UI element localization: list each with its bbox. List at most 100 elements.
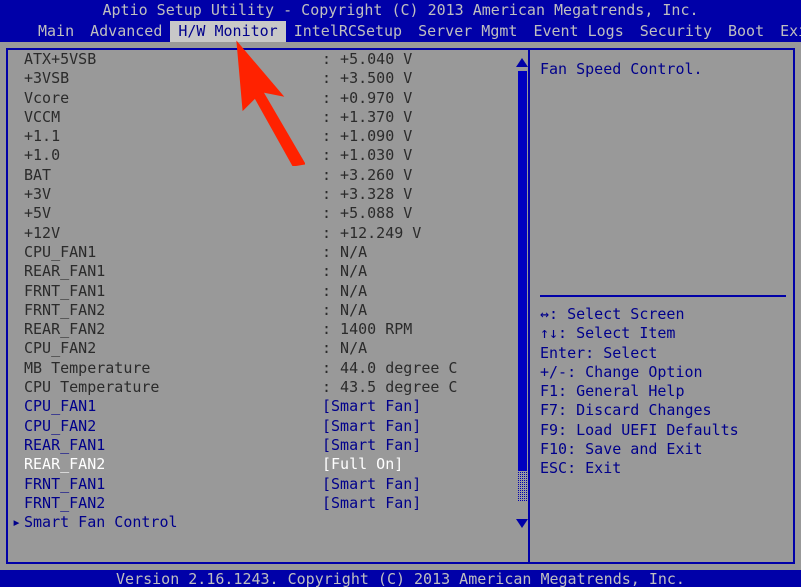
row-value: : +3.500 V (322, 69, 413, 88)
row-value: : +1.370 V (322, 107, 413, 126)
monitor-row: +12V : +12.249 V (10, 224, 510, 243)
scroll-down-arrow-icon[interactable] (516, 519, 528, 528)
submenu-row[interactable]: ▸ Smart Fan Control (10, 513, 510, 532)
monitor-row: REAR_FAN1 : N/A (10, 262, 510, 281)
row-label: FRNT_FAN2 (24, 493, 106, 512)
row-value: : N/A (322, 281, 368, 300)
row-value: : 44.0 degree C (322, 358, 458, 377)
help-key-row: F10: Save and Exit (540, 440, 703, 459)
help-divider (540, 295, 786, 297)
monitor-row: CPU_FAN2 : N/A (10, 339, 510, 358)
row-value: : N/A (322, 339, 368, 358)
page-title: Aptio Setup Utility - Copyright (C) 2013… (102, 1, 699, 19)
row-value[interactable]: [Smart Fan] (322, 397, 421, 416)
menu-tab-boot[interactable]: Boot (720, 21, 772, 42)
monitor-row: REAR_FAN2 : 1400 RPM (10, 320, 510, 339)
monitor-row: +5V: +5.088 V (10, 204, 510, 223)
help-key-row: +/-: Change Option (540, 362, 703, 381)
help-key-row: F9: Load UEFI Defaults (540, 420, 739, 439)
row-value: : N/A (322, 300, 368, 319)
row-label: +3V (24, 185, 52, 204)
row-value: : +3.260 V (322, 165, 413, 184)
row-label: CPU_FAN2 (24, 339, 97, 358)
row-value[interactable]: [Full On] (322, 455, 403, 474)
hw-monitor-list: ATX+5VSB : +5.040 V +3VSB : +3.500 V Vcore : … (10, 50, 510, 550)
monitor-row[interactable]: FRNT_FAN1 [Smart Fan] (10, 475, 510, 494)
row-label: REAR_FAN2 (24, 455, 106, 474)
monitor-row: CPU Temperature: 43.5 degree C (10, 378, 510, 397)
row-label: REAR_FAN1 (24, 435, 106, 454)
row-value: : 1400 RPM (322, 320, 413, 339)
monitor-row: FRNT_FAN2 : N/A (10, 301, 510, 320)
row-label: +5V (24, 204, 52, 223)
menu-tab-intelrcsetup[interactable]: IntelRCSetup (286, 21, 410, 42)
menu-tab-bar: Main Advanced H/W Monitor IntelRCSetup Serve… (0, 21, 801, 42)
scrollbar-texture (518, 471, 527, 501)
row-value: : +5.040 V (322, 50, 413, 68)
menu-tab-advanced[interactable]: Advanced (82, 21, 170, 42)
row-value: : 43.5 degree C (322, 378, 458, 397)
help-description: Fan Speed Control. (540, 60, 703, 78)
row-label: MB Temperature (24, 358, 151, 377)
row-label: FRNT_FAN2 (24, 300, 106, 319)
monitor-row: ATX+5VSB : +5.040 V (10, 50, 510, 69)
help-panel: Fan Speed Control. ↔: Select Screen ↑↓: S… (540, 56, 790, 556)
row-label: Vcore (24, 88, 70, 107)
monitor-row[interactable]: CPU_FAN2 [Smart Fan] (10, 417, 510, 436)
row-label: ATX+5VSB (24, 50, 97, 68)
row-value: : +0.970 V (322, 88, 413, 107)
row-value: : +1.090 V (322, 127, 413, 146)
help-key-row: ESC: Exit (540, 459, 622, 478)
row-value[interactable]: [Smart Fan] (322, 475, 421, 494)
menu-tab-main[interactable]: Main (30, 21, 82, 42)
bios-setup-screen: Aptio Setup Utility - Copyright (C) 2013… (0, 0, 801, 587)
row-value: : N/A (322, 262, 368, 281)
scrollbar-thumb[interactable] (518, 71, 527, 471)
help-key-legend: ↔: Select Screen ↑↓: Select Item Enter: Se… (540, 305, 788, 479)
help-key-row: F1: General Help (540, 382, 685, 401)
row-label: CPU_FAN2 (24, 416, 97, 435)
menu-tab-exit[interactable]: Exit (772, 21, 801, 42)
menu-tab-server-mgmt[interactable]: Server Mgmt (410, 21, 525, 42)
menu-tab-event-logs[interactable]: Event Logs (525, 21, 631, 42)
monitor-row: +3V : +3.328 V (10, 185, 510, 204)
row-label: +1.1 (24, 127, 61, 146)
row-value: : +3.328 V (322, 185, 413, 204)
monitor-row: +3VSB : +3.500 V (10, 69, 510, 88)
submenu-arrow-icon: ▸ (12, 513, 22, 532)
row-label: CPU_FAN1 (24, 242, 97, 261)
monitor-row: BAT : +3.260 V (10, 166, 510, 185)
scroll-up-arrow-icon[interactable] (516, 58, 528, 67)
monitor-row: VCCM: +1.370 V (10, 108, 510, 127)
row-label: BAT (24, 165, 52, 184)
monitor-row: CPU_FAN1: N/A (10, 243, 510, 262)
row-label: +3VSB (24, 69, 70, 88)
row-value: : +12.249 V (322, 223, 422, 242)
monitor-row[interactable]: FRNT_FAN2 [Smart Fan] (10, 494, 510, 513)
monitor-row[interactable]: REAR_FAN1 [Smart Fan] (10, 436, 510, 455)
row-label: REAR_FAN2 (24, 320, 106, 339)
row-label: +12V (24, 223, 61, 242)
monitor-row: Vcore : +0.970 V (10, 89, 510, 108)
help-key-row: Enter: Select (540, 343, 658, 362)
vertical-scrollbar[interactable] (514, 56, 530, 530)
monitor-row: FRNT_FAN1 : N/A (10, 282, 510, 301)
row-value[interactable]: [Smart Fan] (322, 417, 421, 436)
monitor-row[interactable]: REAR_FAN2 [Full On] (10, 455, 510, 474)
monitor-row: +1.0: +1.030 V (10, 146, 510, 165)
monitor-row: +1.1 : +1.090 V (10, 127, 510, 146)
help-key-row: ↑↓: Select Item (540, 324, 676, 343)
row-label: FRNT_FAN1 (24, 281, 106, 300)
row-label: REAR_FAN1 (24, 262, 106, 281)
row-value[interactable]: [Smart Fan] (322, 436, 421, 455)
scrollbar-track[interactable] (518, 71, 527, 515)
row-value[interactable]: [Smart Fan] (322, 494, 421, 513)
title-bar: Aptio Setup Utility - Copyright (C) 2013… (0, 0, 801, 42)
footer-bar: Version 2.16.1243. Copyright (C) 2013 Am… (0, 570, 801, 587)
monitor-row[interactable]: CPU_FAN1 [Smart Fan] (10, 397, 510, 416)
monitor-row: MB Temperature : 44.0 degree C (10, 359, 510, 378)
row-label: +1.0 (24, 146, 61, 165)
menu-tab-h-w-monitor[interactable]: H/W Monitor (170, 21, 286, 42)
row-label: FRNT_FAN1 (24, 474, 106, 493)
menu-tab-security[interactable]: Security (632, 21, 720, 42)
